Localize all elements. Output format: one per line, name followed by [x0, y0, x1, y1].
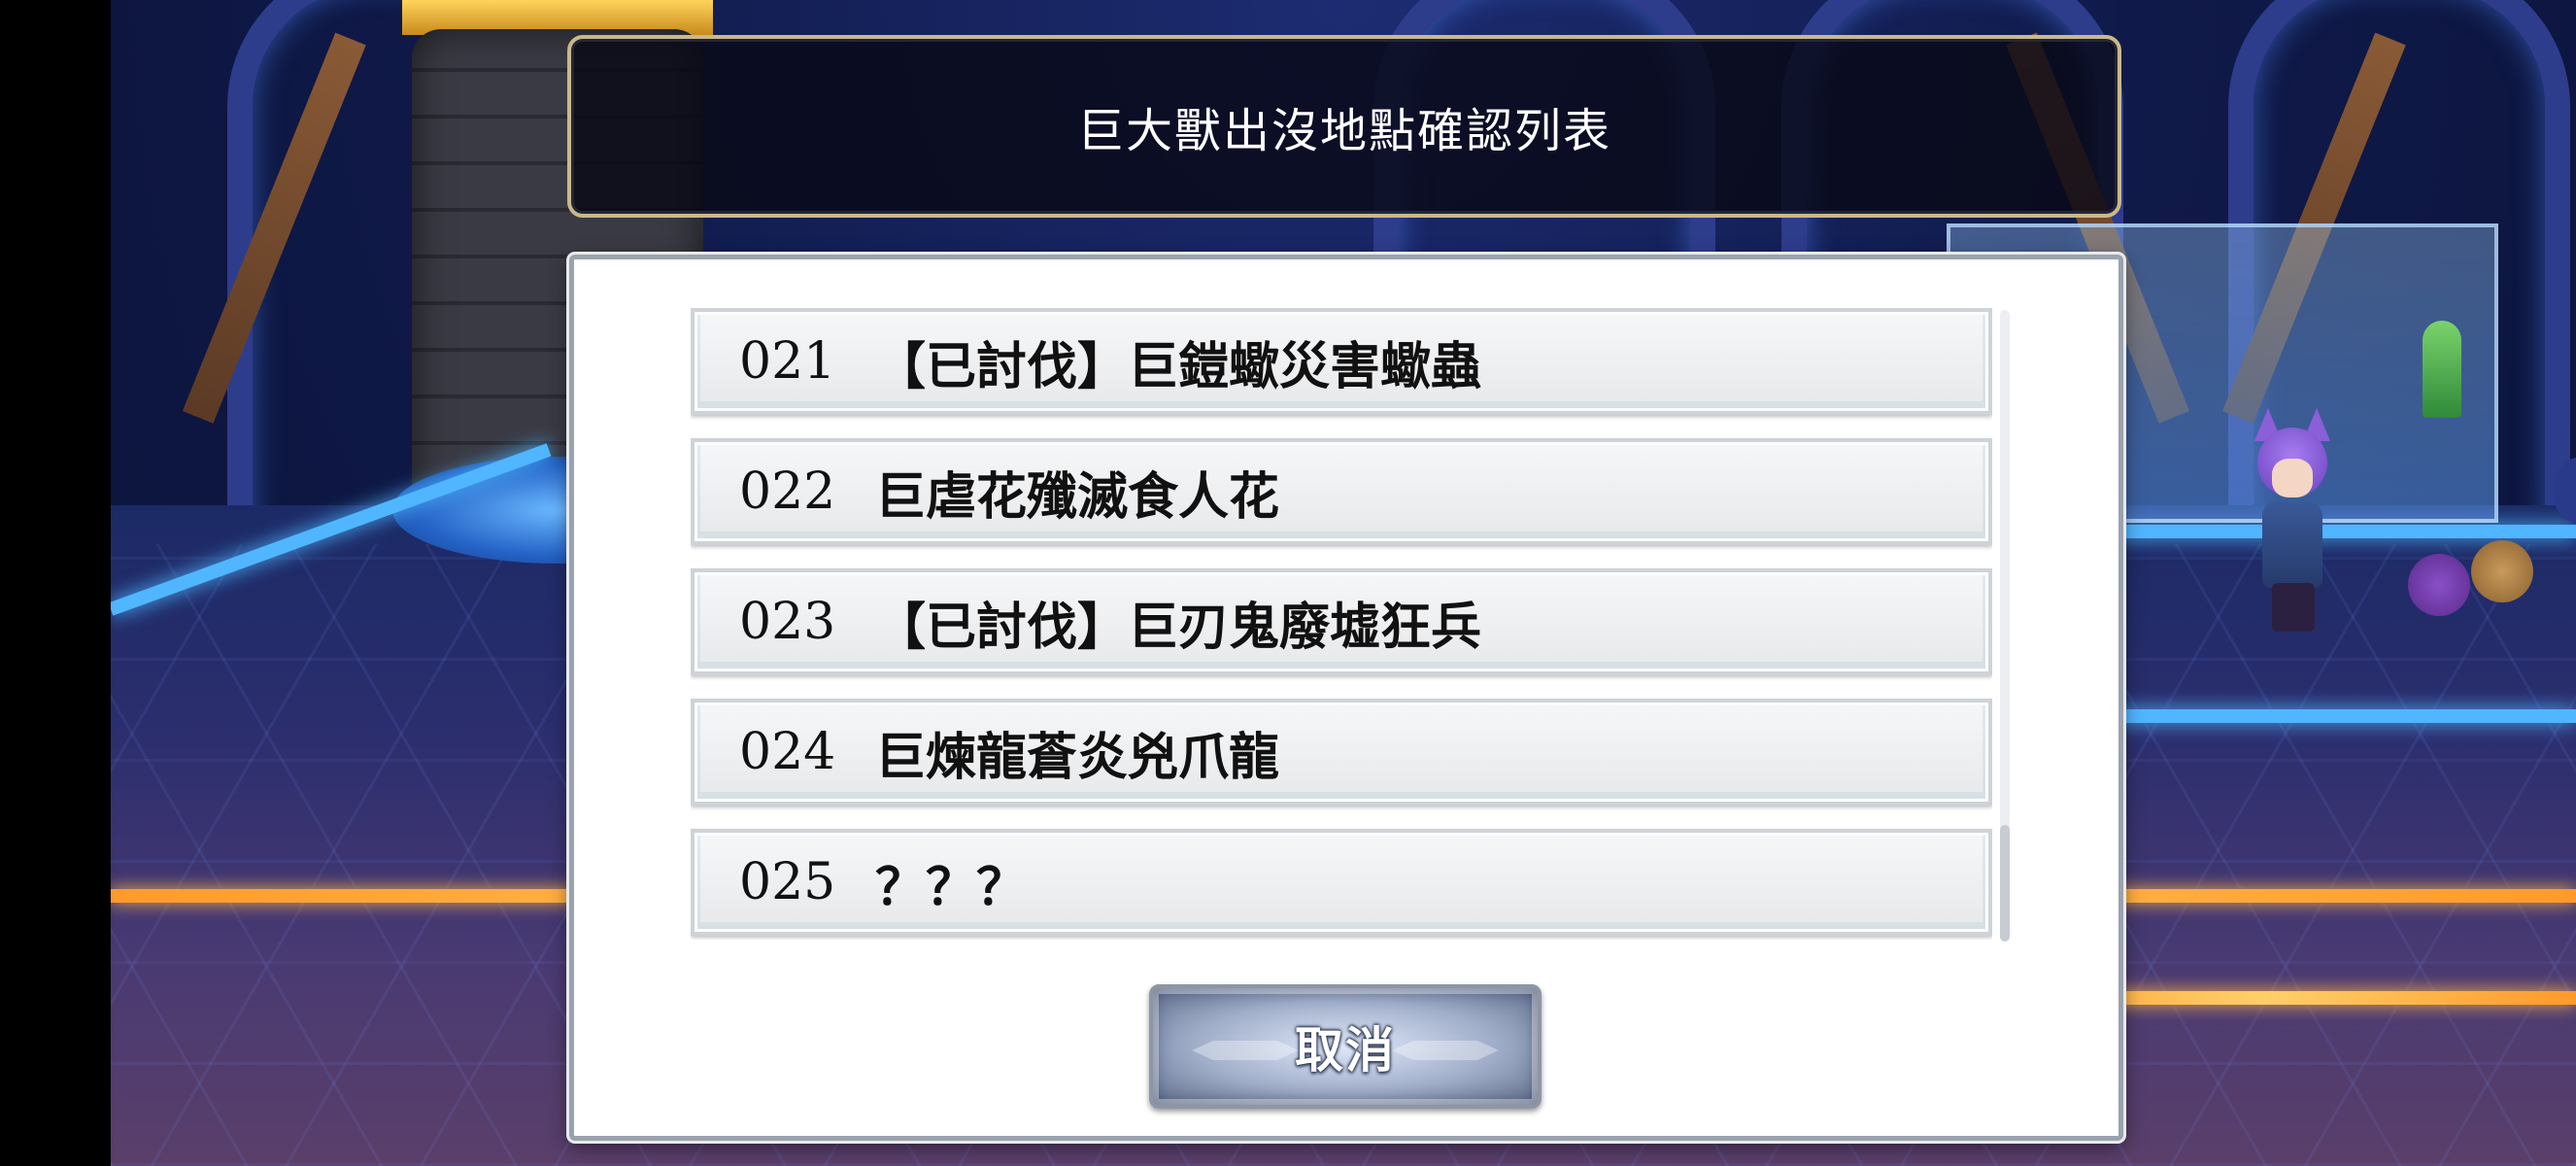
yarn-ball	[2408, 554, 2470, 616]
item-number: 023	[739, 593, 836, 651]
list-item[interactable]: 025 ？？？	[691, 829, 1992, 936]
aquarium-plant	[2423, 321, 2461, 418]
list-scrollbar[interactable]	[2000, 310, 2010, 942]
list-item[interactable]: 022 巨虐花殲滅食人花	[691, 438, 1992, 545]
title-banner: 巨大獸出沒地點確認列表	[567, 35, 2121, 218]
item-number: 021	[739, 332, 836, 391]
item-name: 巨虐花殲滅食人花	[875, 466, 1280, 527]
yarn-ball	[2471, 540, 2533, 602]
list-item[interactable]: 021 【已討伐】巨鎧蠍災害蠍蟲	[691, 308, 1992, 415]
list-item[interactable]: 023 【已討伐】巨刃鬼廢墟狂兵	[691, 568, 1992, 675]
list-item[interactable]: 024 巨煉龍蒼炎兇爪龍	[691, 699, 1992, 806]
item-name: 巨煉龍蒼炎兇爪龍	[875, 727, 1280, 787]
monster-list-dialog: 021 【已討伐】巨鎧蠍災害蠍蟲 022 巨虐花殲滅食人花 023 【已討伐】巨…	[569, 255, 2123, 1141]
item-name: 【已討伐】巨刃鬼廢墟狂兵	[875, 597, 1482, 657]
cancel-button[interactable]: 取消	[1149, 984, 1542, 1109]
scrollbar-thumb[interactable]	[2000, 825, 2010, 942]
item-name: ？？？	[875, 857, 1028, 917]
cancel-button-label: 取消	[1295, 1021, 1396, 1079]
item-number: 025	[739, 853, 836, 911]
item-number: 024	[739, 723, 836, 781]
dialog-title: 巨大獸出沒地點確認列表	[1076, 104, 1611, 158]
monster-location-list[interactable]: 021 【已討伐】巨鎧蠍災害蠍蟲 022 巨虐花殲滅食人花 023 【已討伐】巨…	[691, 308, 1992, 940]
item-number: 022	[739, 463, 836, 521]
item-name: 【已討伐】巨鎧蠍災害蠍蟲	[875, 336, 1482, 396]
cat-eared-character[interactable]	[2243, 408, 2340, 641]
